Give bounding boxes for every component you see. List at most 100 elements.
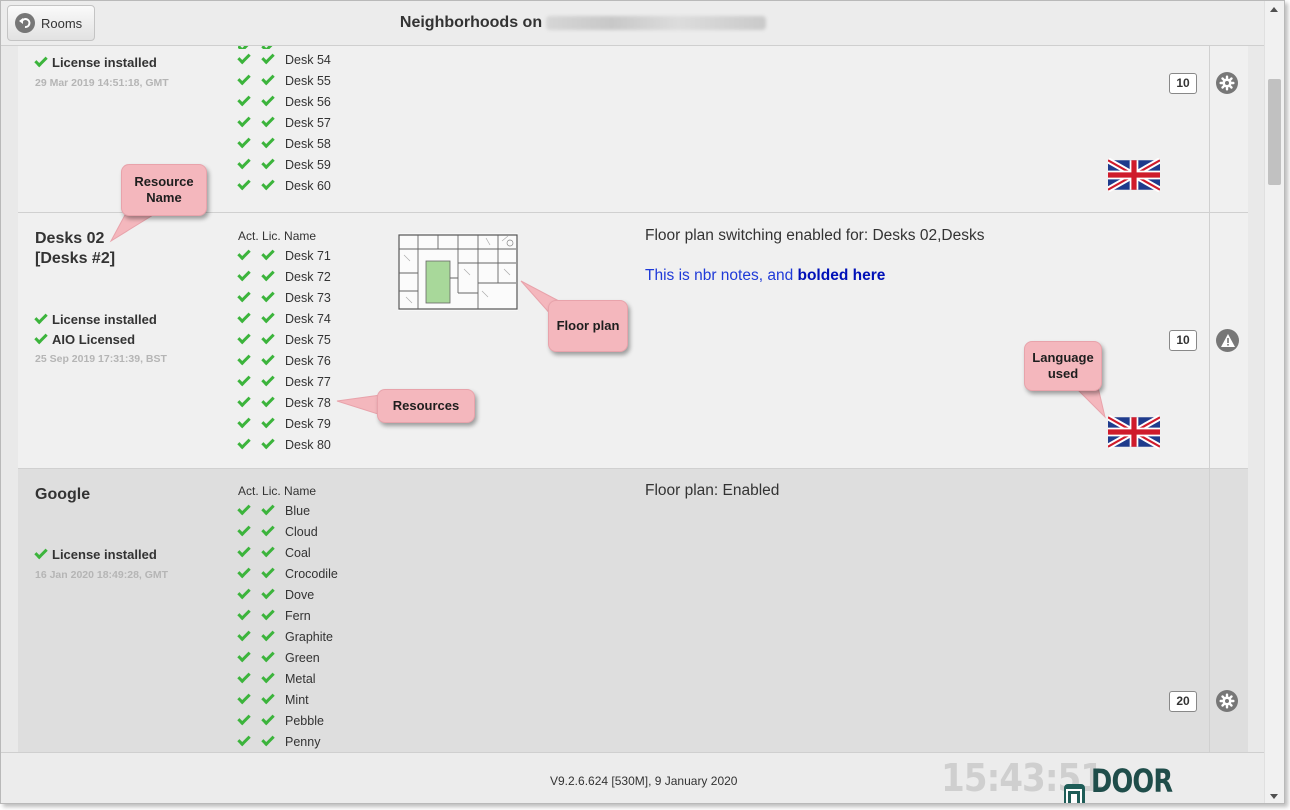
checkmark-icon xyxy=(261,711,275,726)
list-item: Coal xyxy=(237,542,338,563)
brand-name: DOOR TABLET xyxy=(1090,762,1193,803)
checkmark-icon xyxy=(237,393,251,408)
checkmark-icon xyxy=(237,648,251,663)
list-item: Desk 71 xyxy=(237,245,331,266)
footer-bar: V9.2.6.624 [530M], 9 January 2020 15:43:… xyxy=(1,752,1265,803)
list-item: Crocodile xyxy=(237,563,338,584)
uk-flag-icon xyxy=(1106,157,1162,193)
checkmark-icon xyxy=(261,501,275,516)
checkmark-icon xyxy=(261,113,275,128)
neighborhood-name: Google xyxy=(35,486,91,503)
checkmark-icon xyxy=(34,545,48,560)
list-item: Green xyxy=(237,647,338,668)
license-status: License installed xyxy=(34,310,157,327)
callout-resource-name: Resource Name xyxy=(121,164,207,216)
list-item: Desk 60 xyxy=(237,175,331,196)
list-item: Graphite xyxy=(237,626,338,647)
checkmark-icon xyxy=(261,522,275,537)
checkmark-icon xyxy=(261,648,275,663)
neighborhood-row: Google License installed 16 Jan 2020 18:… xyxy=(18,469,1248,752)
scrollbar-thumb[interactable] xyxy=(1268,79,1281,185)
resource-table-header: Act. Lic. Name xyxy=(238,484,317,498)
checkmark-icon xyxy=(261,351,275,366)
checkmark-icon xyxy=(261,71,275,86)
checkmark-icon xyxy=(237,50,251,65)
list-item: Desk 77 xyxy=(237,371,331,392)
list-item: Desk 55 xyxy=(237,70,331,91)
callout-resources: Resources xyxy=(377,389,475,423)
door-icon xyxy=(1064,784,1085,803)
checkmark-icon xyxy=(237,435,251,450)
checkmark-icon xyxy=(237,669,251,684)
list-item: Desk 75 xyxy=(237,329,331,350)
checkmark-icon xyxy=(237,351,251,366)
checkmark-icon xyxy=(261,435,275,450)
neighborhood-notes: Floor plan switching enabled for: Desks … xyxy=(645,227,985,244)
list-item: Desk 58 xyxy=(237,133,331,154)
list-item: Mint xyxy=(237,689,338,710)
checkmark-icon xyxy=(237,414,251,429)
aio-license-status: AIO Licensed xyxy=(34,330,135,347)
list-item: Desk 56 xyxy=(237,91,331,112)
version-info: V9.2.6.624 [530M], 9 January 2020 xyxy=(550,774,738,788)
list-item: Blue xyxy=(237,500,338,521)
checkmark-icon xyxy=(261,155,275,170)
checkmark-icon xyxy=(237,711,251,726)
list-item: Desk 73 xyxy=(237,287,331,308)
checkmark-icon xyxy=(34,53,48,68)
checkmark-icon xyxy=(261,732,275,747)
checkmark-icon xyxy=(237,606,251,621)
list-item: Desk 74 xyxy=(237,308,331,329)
gear-icon[interactable] xyxy=(1216,72,1238,94)
checkmark-icon xyxy=(237,522,251,537)
uk-flag-icon xyxy=(1106,414,1162,450)
checkmark-icon xyxy=(261,585,275,600)
license-status: License installed xyxy=(34,545,157,562)
callout-floor-plan: Floor plan xyxy=(548,300,628,352)
checkmark-icon xyxy=(261,134,275,149)
checkmark-icon xyxy=(261,564,275,579)
list-item: Desk 80 xyxy=(237,434,331,455)
floor-plan-thumbnail[interactable] xyxy=(398,233,518,311)
device-count-badge: 10 xyxy=(1169,330,1197,351)
list-item: Penny xyxy=(237,731,338,752)
device-count-badge: 10 xyxy=(1169,73,1197,94)
resource-list: Desk 54 Desk 55 Desk 56 Desk 57 Desk 58 … xyxy=(237,46,331,196)
actions-column xyxy=(1209,46,1248,212)
actions-column xyxy=(1209,213,1248,468)
callout-language-used: Language used xyxy=(1024,341,1102,391)
checkmark-icon xyxy=(34,330,48,345)
checkmark-icon xyxy=(261,267,275,282)
list-item: Desk 76 xyxy=(237,350,331,371)
license-date: 16 Jan 2020 18:49:28, GMT xyxy=(35,569,169,581)
window-frame: Rooms Neighborhoods on License installed… xyxy=(0,0,1285,804)
checkmark-icon xyxy=(237,246,251,261)
neighborhood-notes: Floor plan: Enabled xyxy=(645,482,780,499)
checkmark-icon xyxy=(237,732,251,747)
license-status: License installed xyxy=(34,53,157,70)
checkmark-icon xyxy=(261,246,275,261)
scroll-up-arrow-icon[interactable] xyxy=(1270,7,1278,12)
actions-column xyxy=(1209,469,1248,752)
gear-icon[interactable] xyxy=(1216,690,1238,712)
scroll-down-arrow-icon[interactable] xyxy=(1270,794,1278,799)
resource-list: Desk 71 Desk 72 Desk 73 Desk 74 Desk 75 … xyxy=(237,245,331,455)
checkmark-icon xyxy=(261,627,275,642)
checkmark-icon xyxy=(237,267,251,282)
checkmark-icon xyxy=(261,372,275,387)
checkmark-icon xyxy=(237,585,251,600)
checkmark-icon xyxy=(261,669,275,684)
list-item: Desk 78 xyxy=(237,392,331,413)
list-item: Desk 59 xyxy=(237,154,331,175)
warning-icon[interactable] xyxy=(1216,329,1239,352)
checkmark-icon xyxy=(261,50,275,65)
list-item: Pebble xyxy=(237,710,338,731)
checkmark-icon xyxy=(237,288,251,303)
checkmark-icon xyxy=(261,393,275,408)
checkmark-icon xyxy=(237,134,251,149)
vertical-scrollbar[interactable] xyxy=(1264,1,1284,803)
checkmark-icon xyxy=(261,309,275,324)
list-item: Desk 54 xyxy=(237,49,331,70)
checkmark-icon xyxy=(237,155,251,170)
checkmark-icon xyxy=(261,92,275,107)
